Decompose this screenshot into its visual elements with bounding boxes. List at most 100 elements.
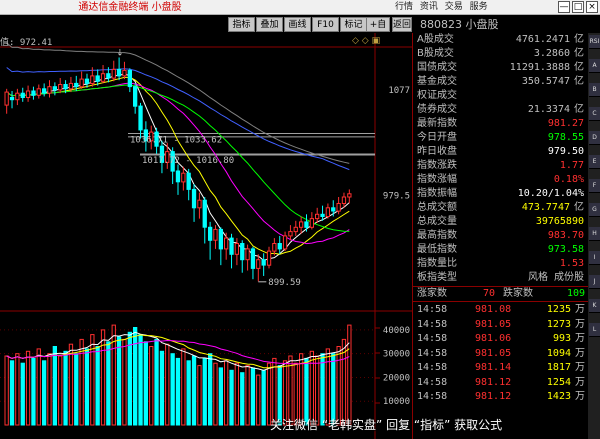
side-tab[interactable]: E — [589, 155, 600, 169]
settings-icon[interactable]: ◇ ◇ ▣ — [352, 36, 380, 46]
side-tab[interactable]: H — [589, 227, 600, 241]
candle-body — [277, 243, 282, 250]
candle-body — [90, 75, 95, 85]
candle-body — [63, 84, 68, 90]
stat-row: 最新指数 981.27 — [413, 117, 588, 131]
volume-bar — [138, 334, 143, 426]
add-watchlist-button[interactable]: +自选 — [366, 17, 390, 45]
candle-body — [347, 193, 352, 198]
trade-volume: 1273 — [546, 318, 571, 330]
level-annotation: 1017.72 - 1016.80 — [142, 156, 234, 166]
stat-label: 最高指数 — [417, 230, 457, 241]
candle-body — [341, 196, 347, 204]
candle-body — [95, 75, 100, 82]
candle-body — [47, 86, 52, 94]
volume-bar — [181, 348, 186, 426]
volume-bar — [208, 353, 213, 426]
candle-body — [256, 259, 261, 269]
candle-body — [331, 207, 336, 212]
volume-bar — [229, 369, 234, 426]
side-tab[interactable]: RSI — [589, 35, 600, 49]
stat-value: 1.77 — [559, 160, 584, 171]
draw-line-button[interactable]: 画线 — [284, 17, 311, 32]
overlay-button[interactable]: 叠加 — [256, 17, 283, 32]
candle-body — [138, 105, 143, 131]
candle-body — [127, 69, 132, 88]
side-tab[interactable]: L — [589, 323, 600, 337]
stat-row: 总成交量 39765890 — [413, 215, 588, 229]
side-tab[interactable]: B — [589, 83, 600, 97]
link-trade[interactable]: 交易 — [445, 2, 463, 12]
trade-time: 14:58 — [417, 376, 448, 388]
volume-bar — [111, 324, 116, 426]
candle-body — [36, 88, 41, 96]
volume-bar — [347, 324, 352, 426]
maximize-icon[interactable]: □ — [572, 1, 584, 13]
trade-time: 14:58 — [417, 362, 448, 373]
stat-value: 979.50 — [547, 146, 584, 157]
candlestick-chart[interactable]: 1077 979.5 1036.71 - 1033.62 1017.72 - 1016… — [0, 33, 412, 439]
candle-body — [79, 78, 84, 88]
volume-bar — [31, 357, 36, 426]
volume-bar — [74, 353, 79, 426]
indicator-button[interactable]: 指标 — [228, 17, 255, 32]
side-tab[interactable]: F — [589, 179, 600, 193]
candle-body — [325, 207, 331, 218]
link-quotes[interactable]: 行情 — [395, 2, 413, 12]
mark-button[interactable]: 标记 — [340, 17, 367, 32]
stat-unit: 亿 — [574, 202, 584, 213]
quote-panel: A股成交 4761.2471 亿 B股成交 3.2860 亿国债成交 11291.3888 亿… — [412, 33, 589, 439]
side-tab[interactable]: J — [589, 275, 600, 289]
stat-label: 指数振幅 — [417, 188, 457, 199]
stock-name: 小盘股 — [465, 18, 499, 31]
candle-body — [288, 231, 293, 237]
stat-label: 今日开盘 — [417, 132, 457, 143]
candle-body — [52, 86, 58, 91]
side-tab[interactable]: K — [589, 299, 600, 313]
candle-body — [15, 92, 20, 101]
side-tab[interactable]: C — [589, 107, 600, 121]
link-service[interactable]: 服务 — [470, 2, 488, 12]
candle-body — [31, 90, 36, 96]
divider — [413, 301, 589, 302]
volume-bar — [245, 365, 250, 426]
volume-bar — [52, 346, 58, 426]
volume-bar — [122, 338, 127, 426]
volume-axis-label: 30000 — [383, 350, 410, 360]
close-icon[interactable]: × — [586, 1, 598, 13]
volume-bar — [63, 350, 68, 426]
trade-time: 14:58 — [417, 347, 448, 359]
candle-body — [20, 92, 25, 99]
trade-volume: 1235 — [546, 304, 571, 315]
candle-body — [229, 237, 234, 255]
volume-bar — [9, 360, 15, 426]
side-tab[interactable]: G — [589, 203, 600, 217]
chart-area[interactable]: 1077 979.5 1036.71 - 1033.62 1017.72 - 1016… — [0, 33, 412, 439]
stat-row: 基金成交 350.5747 亿 — [413, 75, 588, 89]
volume-bar — [218, 367, 223, 426]
trade-unit: 万 — [575, 376, 585, 388]
watermark-caption: 关注微信 “老韩实盘” 回复 “指标” 获取公式 — [270, 418, 503, 432]
back-button[interactable]: 返回 — [392, 17, 412, 32]
volume-bar — [4, 355, 9, 426]
stat-value: 风格 成份股 — [527, 272, 584, 283]
candle-body — [4, 91, 9, 106]
stat-value: 0.18% — [553, 174, 584, 185]
stat-unit: 亿 — [574, 76, 584, 87]
trade-price: 981.06 — [475, 333, 512, 344]
price-axis-label: 979.5 — [383, 191, 410, 201]
candle-body — [320, 213, 325, 218]
candle-body — [42, 88, 47, 94]
volume-bar — [36, 348, 41, 426]
minimize-icon[interactable]: — — [558, 1, 570, 13]
side-tab[interactable]: A — [589, 59, 600, 73]
candle-body — [245, 248, 250, 261]
stat-value: 350.5747 — [521, 76, 570, 87]
f10-button[interactable]: F10 — [312, 17, 339, 32]
link-news[interactable]: 资讯 — [420, 2, 438, 12]
stat-value: 11291.3888 — [509, 62, 570, 73]
side-tab[interactable]: D — [589, 131, 600, 145]
value-readout: 值: 972.41 — [0, 38, 53, 48]
stat-label: A股成交 — [417, 34, 454, 45]
side-tab[interactable]: I — [589, 251, 600, 265]
